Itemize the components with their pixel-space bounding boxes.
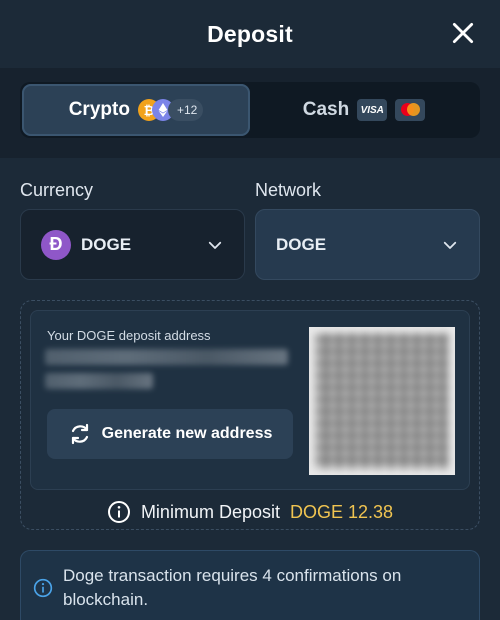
confirmation-notice: Doge transaction requires 4 confirmation…	[20, 550, 480, 620]
network-selected-value: DOGE	[276, 234, 327, 254]
refresh-icon	[71, 423, 88, 445]
deposit-qr-code	[309, 327, 455, 475]
dogecoin-icon: Ð	[41, 229, 71, 260]
deposit-address-label: Your DOGE deposit address	[47, 328, 211, 343]
payment-type-section: Crypto ₿ +12 Cash VISA	[0, 68, 500, 158]
mastercard-icon	[395, 99, 426, 121]
minimum-deposit: Minimum Deposit DOGE 12.38	[0, 498, 500, 526]
more-coins-count: +12	[167, 99, 204, 121]
payment-type-tabs: Crypto ₿ +12 Cash VISA	[20, 82, 480, 138]
minimum-deposit-label: Minimum Deposit	[140, 501, 280, 522]
chevron-down-icon	[208, 241, 222, 249]
info-icon	[33, 578, 53, 598]
close-icon[interactable]	[450, 20, 476, 46]
deposit-address-value-line2	[45, 373, 153, 389]
minimum-deposit-amount: DOGE 12.38	[289, 501, 394, 522]
deposit-address-value[interactable]	[45, 349, 288, 365]
tab-crypto-label: Crypto	[68, 99, 130, 120]
visa-icon: VISA	[357, 99, 388, 121]
network-select[interactable]: DOGE	[255, 209, 480, 280]
confirmation-notice-text: Doge transaction requires 4 confirmation…	[63, 566, 402, 609]
crypto-coins-badge: ₿ +12	[137, 99, 204, 121]
tab-cash[interactable]: Cash VISA	[250, 84, 478, 136]
tab-crypto[interactable]: Crypto ₿ +12	[22, 84, 250, 136]
modal-title: Deposit	[207, 20, 293, 47]
network-label: Network	[255, 180, 322, 200]
currency-select[interactable]: Ð DOGE	[20, 209, 245, 280]
currency-selected-value: DOGE	[81, 234, 132, 254]
currency-label: Currency	[20, 180, 94, 200]
deposit-address-panel: Your DOGE deposit address Generate new a…	[30, 310, 470, 490]
tab-cash-label: Cash	[302, 99, 350, 120]
modal-header: Deposit	[0, 0, 500, 68]
info-icon	[107, 501, 130, 523]
generate-address-button[interactable]: Generate new address	[47, 409, 293, 459]
chevron-down-icon	[443, 241, 457, 249]
generate-address-label: Generate new address	[101, 425, 273, 442]
